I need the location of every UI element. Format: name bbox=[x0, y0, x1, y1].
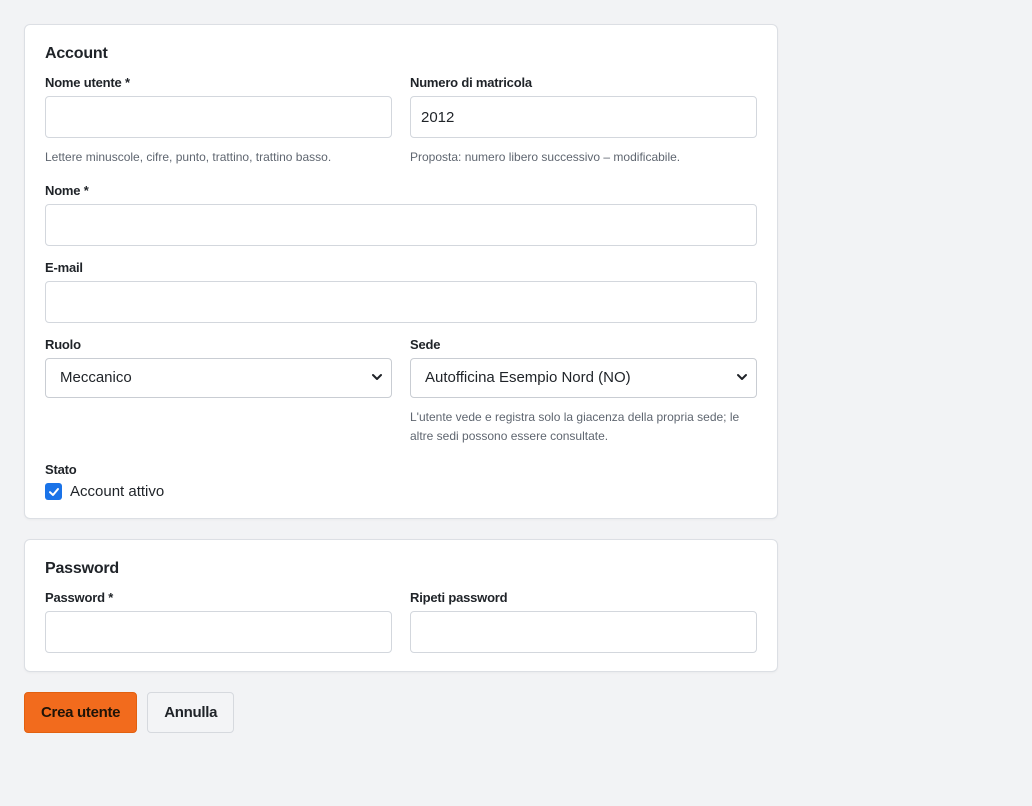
create-user-button[interactable]: Crea utente bbox=[24, 692, 138, 733]
username-label: Nome utente * bbox=[45, 75, 130, 90]
active-account-label: Account attivo bbox=[70, 483, 165, 500]
email-field-group: E-mail bbox=[45, 260, 757, 323]
account-section-title: Account bbox=[45, 45, 108, 62]
chevron-down-icon bbox=[737, 374, 747, 380]
username-field-group: Nome utente * Lettere minuscole, cifre, … bbox=[45, 75, 392, 167]
role-selected-value: Meccanico bbox=[60, 369, 132, 386]
matricola-help: Proposta: numero libero successivo – mod… bbox=[410, 150, 681, 164]
role-field-group: Ruolo Meccanico bbox=[45, 337, 392, 446]
password-field-group: Password * bbox=[45, 590, 392, 653]
role-select[interactable]: Meccanico bbox=[45, 358, 392, 398]
role-site-row: Ruolo Meccanico Sede Autofficina Esempio… bbox=[45, 337, 757, 456]
active-account-toggle[interactable]: Account attivo bbox=[45, 483, 757, 500]
email-input[interactable] bbox=[45, 281, 757, 323]
password-label: Password * bbox=[45, 590, 114, 605]
chevron-down-icon bbox=[372, 374, 382, 380]
status-field-group: Stato Account attivo bbox=[45, 462, 757, 500]
site-selected-value: Autofficina Esempio Nord (NO) bbox=[425, 369, 631, 386]
password-section-title: Password bbox=[45, 560, 119, 577]
password-input[interactable] bbox=[45, 611, 392, 653]
email-label: E-mail bbox=[45, 260, 83, 275]
site-select[interactable]: Autofficina Esempio Nord (NO) bbox=[410, 358, 757, 398]
name-field-group: Nome * bbox=[45, 183, 757, 246]
password-card: Password Password * Ripeti password bbox=[24, 539, 778, 672]
role-label: Ruolo bbox=[45, 337, 81, 352]
repeat-password-input[interactable] bbox=[410, 611, 757, 653]
checkmark-icon bbox=[48, 487, 59, 496]
account-card: Account Nome utente * Lettere minuscole,… bbox=[24, 24, 778, 519]
matricola-input[interactable] bbox=[410, 96, 757, 138]
username-input[interactable] bbox=[45, 96, 392, 138]
repeat-password-field-group: Ripeti password bbox=[410, 590, 757, 653]
repeat-password-label: Ripeti password bbox=[410, 590, 508, 605]
form-actions: Crea utente Annulla bbox=[24, 692, 778, 733]
username-help: Lettere minuscole, cifre, punto, trattin… bbox=[45, 150, 332, 164]
password-row: Password * Ripeti password bbox=[45, 590, 757, 653]
matricola-label: Numero di matricola bbox=[410, 75, 532, 90]
active-account-checkbox[interactable] bbox=[45, 483, 62, 500]
status-label: Stato bbox=[45, 462, 77, 477]
user-form: Account Nome utente * Lettere minuscole,… bbox=[24, 24, 778, 733]
username-matricola-row: Nome utente * Lettere minuscole, cifre, … bbox=[45, 75, 757, 177]
site-field-group: Sede Autofficina Esempio Nord (NO) L'ute… bbox=[410, 337, 757, 446]
site-label: Sede bbox=[410, 337, 441, 352]
matricola-field-group: Numero di matricola Proposta: numero lib… bbox=[410, 75, 757, 167]
cancel-button[interactable]: Annulla bbox=[147, 692, 235, 733]
name-label: Nome * bbox=[45, 183, 89, 198]
site-help: L'utente vede e registra solo la giacenz… bbox=[410, 410, 740, 443]
name-input[interactable] bbox=[45, 204, 757, 246]
